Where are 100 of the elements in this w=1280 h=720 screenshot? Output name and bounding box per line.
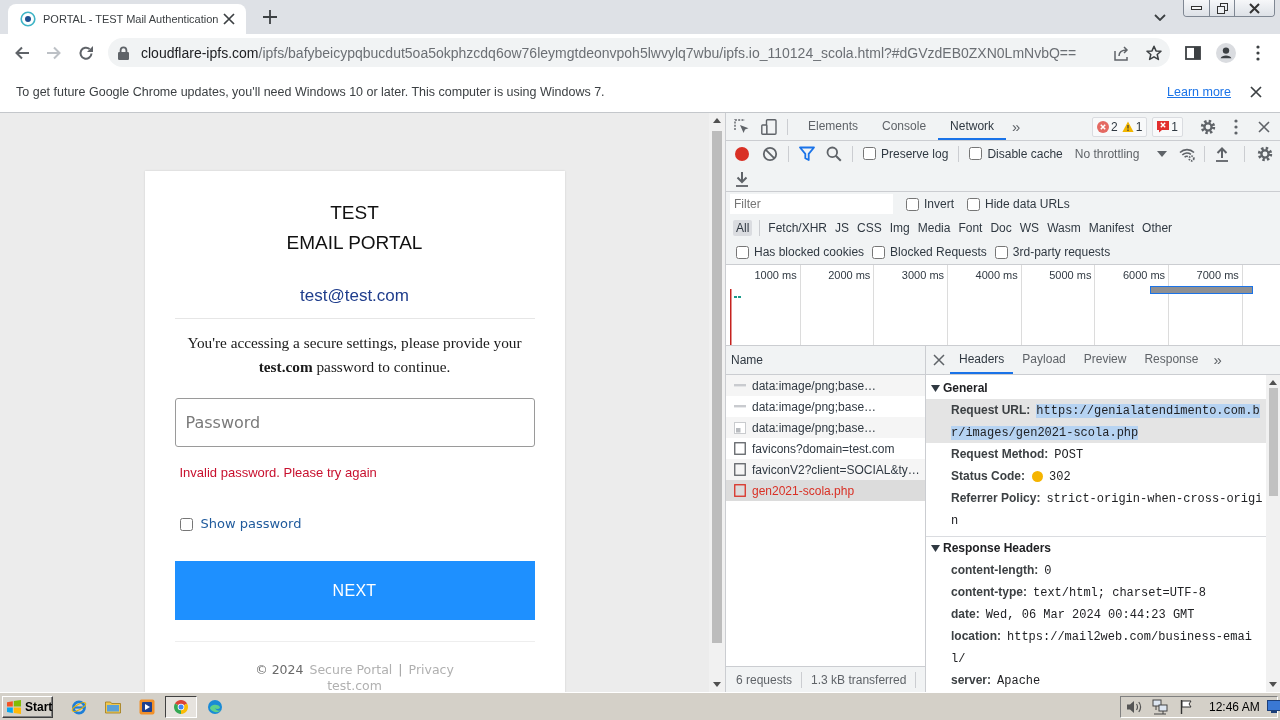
column-header[interactable]: Name: [731, 353, 763, 367]
checkbox[interactable]: [994, 245, 1008, 259]
checkbox-label[interactable]: Invert: [924, 197, 954, 211]
type-filter-button[interactable]: All: [733, 220, 753, 236]
phone-tablet-icon[interactable]: [761, 118, 777, 135]
close-icon[interactable]: [1249, 84, 1263, 99]
request-row[interactable]: gen2021-scola.php: [726, 480, 925, 501]
scrollbar[interactable]: [1266, 375, 1280, 692]
plus-icon[interactable]: [263, 10, 277, 24]
password-field[interactable]: Password: [174, 398, 535, 447]
scroll-down-icon[interactable]: [1269, 682, 1277, 687]
checkbox[interactable]: [906, 197, 919, 211]
type-filter-button[interactable]: Wasm: [1044, 220, 1084, 236]
learn-more-link[interactable]: Learn more: [1167, 84, 1231, 99]
header-name: Status Code:: [951, 469, 1025, 483]
type-filter-button[interactable]: WS: [1016, 220, 1043, 236]
upload-icon[interactable]: [1214, 145, 1231, 162]
request-row[interactable]: favicons?domain=test.com: [726, 438, 925, 459]
type-filter-button[interactable]: CSS: [854, 220, 885, 236]
monitor-icon[interactable]: [1266, 700, 1280, 713]
close-icon[interactable]: [1257, 119, 1271, 134]
scrollbar-thumb[interactable]: [1268, 388, 1278, 496]
checkbox-label[interactable]: 3rd-party requests: [1012, 245, 1111, 259]
request-row[interactable]: data:image/png;base…: [726, 417, 925, 438]
start-button[interactable]: Start: [2, 695, 53, 718]
side-panel-icon[interactable]: [1185, 44, 1201, 61]
minimize-button[interactable]: [1184, 0, 1209, 16]
issues-counter[interactable]: 1: [1152, 116, 1183, 137]
type-filter-button[interactable]: Font: [955, 220, 986, 236]
profile-avatar-icon[interactable]: [1216, 42, 1236, 63]
restore-button[interactable]: [1209, 0, 1234, 16]
checkbox-label[interactable]: Preserve log: [881, 146, 949, 161]
speaker-icon[interactable]: [1126, 698, 1142, 715]
close-button[interactable]: [1234, 0, 1274, 16]
menu-icon[interactable]: [1256, 44, 1260, 61]
show-password-label[interactable]: Show password: [200, 516, 302, 532]
type-filter-button[interactable]: Fetch/XHR: [765, 220, 831, 236]
browser-tab[interactable]: PORTAL - TEST Mail Authentication: [8, 4, 246, 34]
star-icon[interactable]: [1146, 44, 1162, 61]
section-title[interactable]: Response Headers: [943, 541, 1052, 555]
reload-icon[interactable]: [78, 44, 94, 61]
checkbox-label[interactable]: Disable cache: [987, 146, 1063, 161]
close-icon[interactable]: [222, 12, 236, 26]
close-icon[interactable]: [932, 353, 946, 367]
checkbox-label[interactable]: Has blocked cookies: [754, 245, 865, 259]
share-icon[interactable]: [1114, 44, 1130, 61]
scroll-up-icon[interactable]: [1269, 380, 1277, 385]
checkbox[interactable]: [872, 245, 886, 259]
network-icon[interactable]: [1152, 698, 1168, 715]
clock-text[interactable]: 12:46 AM: [1209, 699, 1260, 714]
taskbar-button[interactable]: [165, 695, 197, 718]
settings-icon[interactable]: [1200, 118, 1216, 135]
more-tabs-button[interactable]: »: [1012, 118, 1021, 135]
type-filter-button[interactable]: Doc: [987, 220, 1015, 236]
type-filter-button[interactable]: Other: [1139, 220, 1176, 236]
type-filter-button[interactable]: JS: [832, 220, 853, 236]
devtools-tab[interactable]: Elements: [796, 113, 871, 140]
filter-field[interactable]: Filter: [730, 194, 893, 214]
back-arrow-icon[interactable]: [14, 44, 30, 61]
scroll-down-icon[interactable]: [713, 682, 721, 687]
throttling-select[interactable]: No throttling: [1074, 146, 1140, 161]
details-tab[interactable]: Response: [1135, 346, 1208, 374]
inspect-icon[interactable]: [734, 118, 750, 135]
checkbox[interactable]: [179, 517, 193, 531]
type-filter-button[interactable]: Media: [914, 220, 954, 236]
flag-icon[interactable]: [1178, 698, 1194, 715]
checkbox[interactable]: [863, 147, 876, 160]
type-filter-button[interactable]: Img: [886, 220, 913, 236]
scroll-up-icon[interactable]: [713, 118, 721, 123]
errors-warnings-counter[interactable]: 2 1: [1091, 116, 1148, 137]
scrollbar[interactable]: [709, 113, 725, 692]
expanded-triangle-icon[interactable]: [931, 544, 940, 552]
type-filter-button[interactable]: Manifest: [1085, 220, 1138, 236]
scrollbar-thumb[interactable]: [712, 131, 722, 643]
request-row[interactable]: data:image/png;base…: [726, 396, 925, 417]
details-tab[interactable]: Preview: [1074, 346, 1136, 374]
more-options-icon[interactable]: [1234, 118, 1238, 135]
details-tab[interactable]: Payload: [1013, 346, 1075, 374]
expanded-triangle-icon[interactable]: [931, 384, 940, 392]
checkbox-label[interactable]: Blocked Requests: [890, 245, 987, 259]
devtools-tab[interactable]: Console: [870, 113, 939, 140]
filter-icon[interactable]: [799, 145, 815, 162]
details-tab[interactable]: Headers: [950, 346, 1014, 374]
search-icon[interactable]: [826, 145, 842, 162]
request-row[interactable]: faviconV2?client=SOCIAL&ty…: [726, 459, 925, 480]
more-tabs-button[interactable]: »: [1213, 352, 1222, 368]
wave-logo-icon: [207, 698, 223, 715]
clear-icon[interactable]: [762, 145, 778, 162]
request-row[interactable]: data:image/png;base…: [726, 375, 925, 396]
section-title[interactable]: General: [943, 381, 988, 395]
checkbox[interactable]: [967, 197, 980, 211]
address-bar[interactable]: cloudflare-ipfs.com/ipfs/bafybeicypqbucdut5oa5okphzcdq6ow76leymgtdeonvpoh5lwvylq7wbu/ipfs.io_110124_scola.html?#dGVzdEB0ZXN0LmNvbQ==: [108, 38, 1170, 67]
record-icon[interactable]: [734, 145, 750, 162]
caret-icon[interactable]: [1154, 13, 1166, 21]
download-icon[interactable]: [734, 170, 750, 187]
checkbox[interactable]: [969, 147, 983, 160]
checkbox[interactable]: [736, 245, 749, 259]
caret-icon[interactable]: [1157, 150, 1168, 157]
checkbox-label[interactable]: Hide data URLs: [985, 197, 1070, 211]
settings-icon[interactable]: [1257, 145, 1274, 162]
